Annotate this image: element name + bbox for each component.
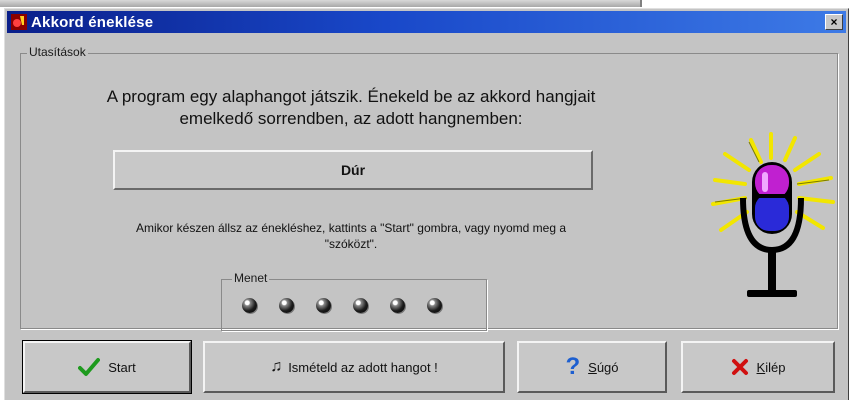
background-window-strip	[0, 0, 642, 7]
start-button-label: Start	[108, 359, 136, 375]
instructions-legend: Utasítások	[27, 45, 88, 59]
instructions-group: Utasítások A program egy alaphangot játs…	[20, 45, 838, 331]
progress-indicators	[242, 298, 464, 313]
help-button[interactable]: ? Súgó	[517, 341, 667, 393]
instruction-line-2: emelkedő sorrendben, az adott hangnemben…	[179, 109, 523, 128]
progress-dot	[242, 298, 257, 313]
window-title: Akkord éneklése	[31, 13, 154, 31]
instruction-line-1: A program egy alaphangot játszik. Énekel…	[106, 87, 596, 106]
note-repeat-icon: ♫	[270, 358, 283, 375]
dialog-window: Akkord éneklése × Utasítások A program e…	[4, 8, 849, 400]
progress-dot	[353, 298, 368, 313]
chord-type-display: Dúr	[113, 150, 593, 190]
help-button-label: Súgó	[588, 359, 619, 375]
red-x-icon	[731, 358, 749, 376]
hint-line-2: "szóközt".	[324, 237, 378, 251]
start-hint-text: Amikor készen állsz az énekléshez, katti…	[41, 220, 661, 252]
title-bar[interactable]: Akkord éneklése ×	[7, 11, 846, 33]
close-button[interactable]: ×	[825, 14, 843, 30]
progress-dot	[390, 298, 405, 313]
repeat-tone-label: Ismételd az adott hangot !	[288, 359, 438, 375]
app-icon	[11, 14, 27, 30]
microphone-icon	[711, 132, 835, 297]
hint-line-1: Amikor készen állsz az énekléshez, katti…	[135, 221, 567, 235]
progress-dot	[427, 298, 442, 313]
progress-dot	[279, 298, 294, 313]
progress-label: Menet	[232, 271, 270, 285]
start-button[interactable]: Start	[22, 340, 192, 394]
checkmark-icon	[78, 357, 101, 377]
progress-group: Menet	[221, 271, 487, 331]
exit-button-label: Kilép	[756, 359, 786, 375]
question-mark-icon: ?	[565, 353, 581, 380]
repeat-tone-button[interactable]: ♫ Ismételd az adott hangot !	[203, 341, 505, 393]
progress-dot	[316, 298, 331, 313]
exit-button[interactable]: Kilép	[681, 341, 835, 393]
instruction-text: A program egy alaphangot játszik. Énekel…	[41, 86, 661, 130]
